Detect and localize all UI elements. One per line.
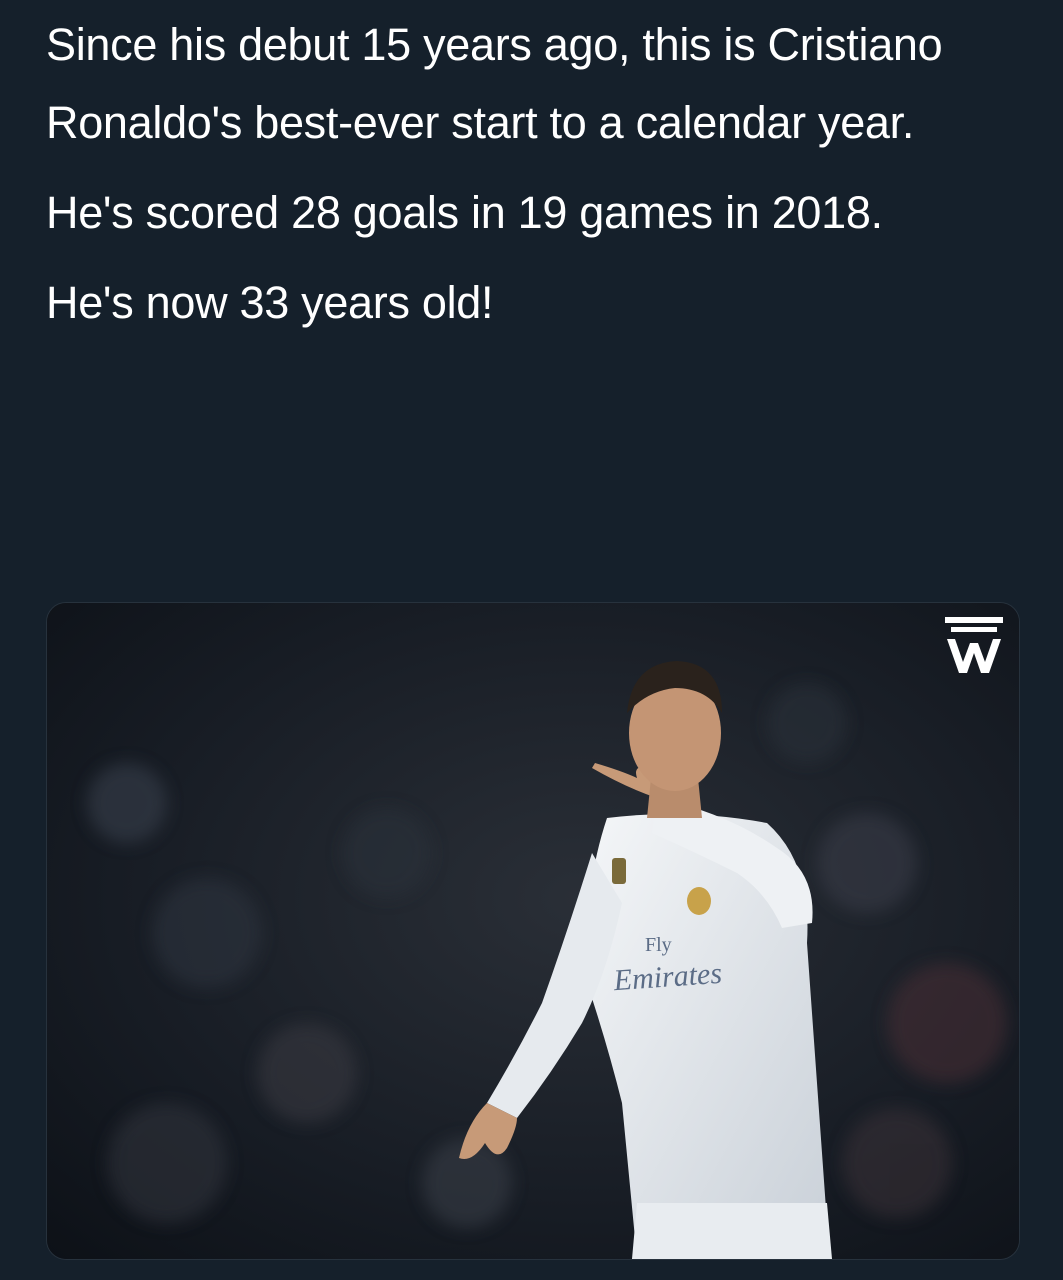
jersey-sponsor-line1: Fly <box>645 934 672 956</box>
tweet-paragraph-3: He's now 33 years old! <box>46 277 494 328</box>
tweet-paragraph-2: He's scored 28 goals in 19 games in 2018… <box>46 187 883 238</box>
footballer-photo: Fly Emirates <box>47 603 1019 1259</box>
tweet-paragraph-1: Since his debut 15 years ago, this is Cr… <box>46 19 943 148</box>
tweet-text: Since his debut 15 years ago, this is Cr… <box>46 6 1026 354</box>
tweet-photo[interactable]: Fly Emirates <box>46 602 1020 1260</box>
